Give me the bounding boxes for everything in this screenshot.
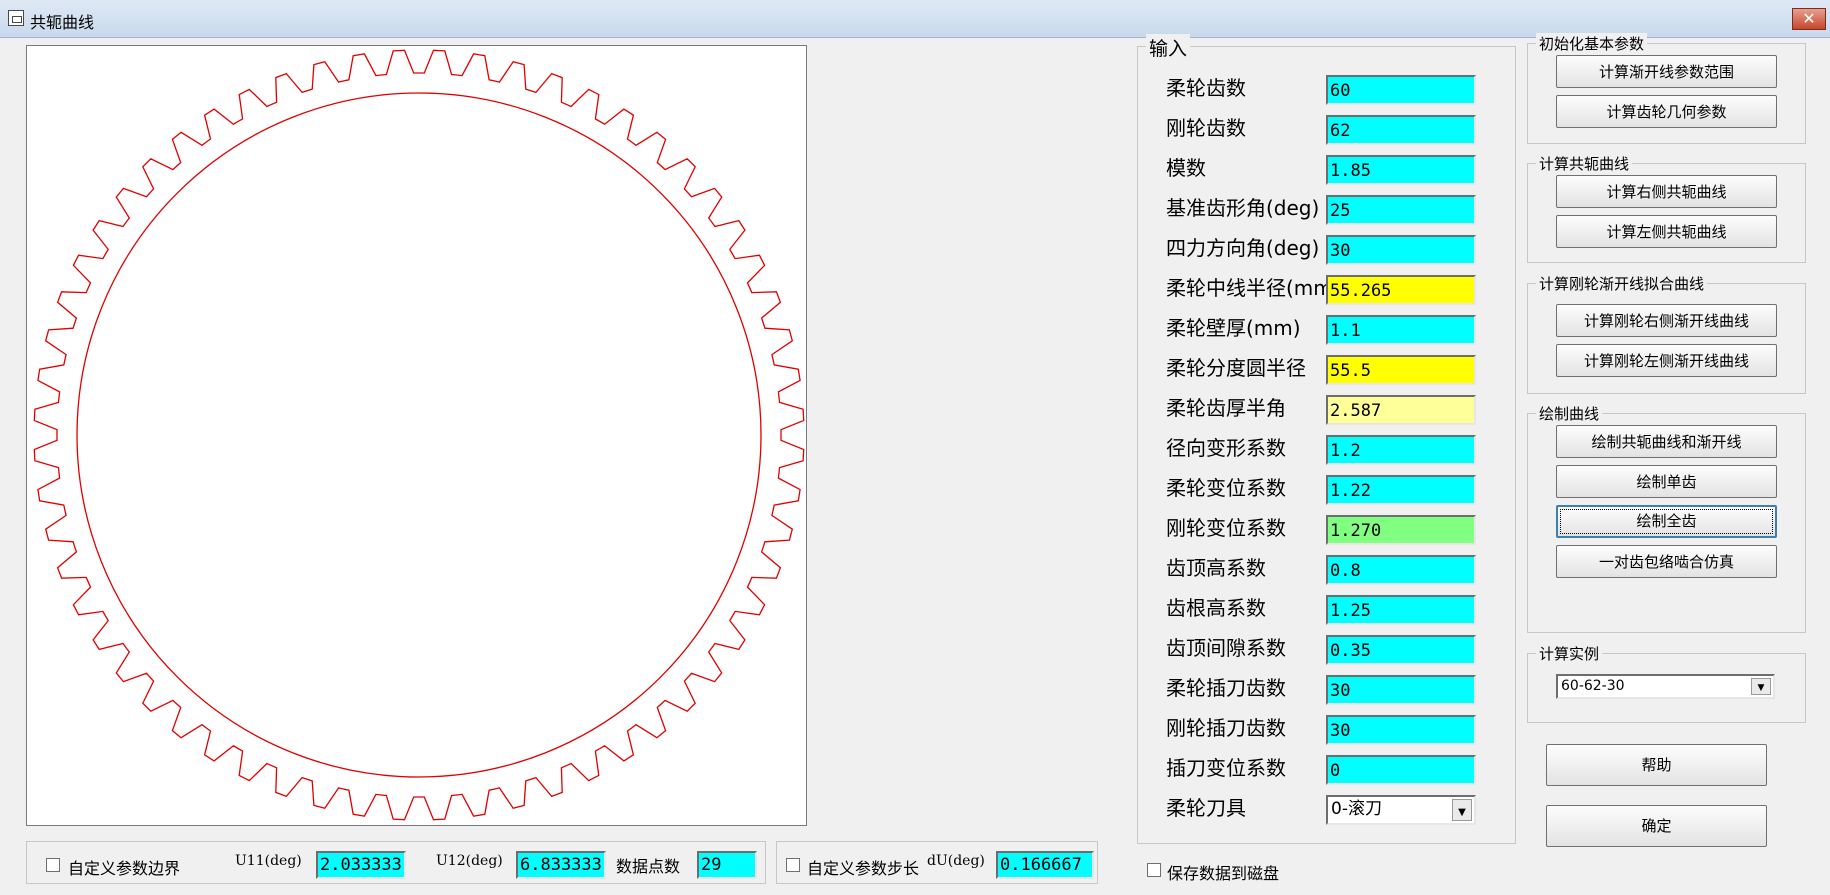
help-button[interactable]: 帮助 — [1546, 744, 1767, 786]
gear-tooth-profile — [33, 49, 805, 821]
param-label: 柔轮齿厚半角 — [1166, 396, 1286, 420]
param-label: 径向变形系数 — [1166, 436, 1286, 460]
calc-gear-geometry-button[interactable]: 计算齿轮几何参数 — [1556, 95, 1777, 128]
u12-label: U12(deg) — [436, 853, 503, 869]
param-label: 基准齿形角(deg) — [1166, 196, 1320, 220]
drawing-canvas — [26, 45, 807, 826]
calc-involute-range-button[interactable]: 计算渐开线参数范围 — [1556, 55, 1777, 88]
param-field[interactable]: 30 — [1326, 675, 1476, 705]
param-field[interactable]: 55.5 — [1326, 355, 1476, 385]
calc-left-conjugate-button[interactable]: 计算左侧共轭曲线 — [1556, 215, 1777, 248]
fit-group: 计算刚轮渐开线拟合曲线 — [1527, 273, 1806, 394]
app-icon — [8, 10, 24, 26]
param-label: 四力方向角(deg) — [1166, 236, 1320, 260]
param-field[interactable]: 0.35 — [1326, 635, 1476, 665]
custom-step-checkbox[interactable] — [786, 858, 800, 872]
u12-field[interactable]: 6.833333 — [516, 851, 606, 879]
custom-bounds-checkbox[interactable] — [46, 858, 60, 872]
param-label: 柔轮分度圆半径 — [1166, 356, 1306, 380]
save-to-disk-label: 保存数据到磁盘 — [1167, 864, 1280, 883]
param-label: 刚轮插刀齿数 — [1166, 716, 1286, 740]
calc-right-conjugate-button[interactable]: 计算右侧共轭曲线 — [1556, 175, 1777, 208]
param-field[interactable]: 1.2 — [1326, 435, 1476, 465]
custom-bounds-label: 自定义参数边界 — [68, 859, 181, 878]
param-field[interactable]: 1.1 — [1326, 315, 1476, 345]
draw-all-teeth-button[interactable]: 绘制全齿 — [1556, 505, 1777, 538]
draw-group-title: 绘制曲线 — [1536, 403, 1603, 424]
param-field[interactable]: 0.8 — [1326, 555, 1476, 585]
draw-single-tooth-button[interactable]: 绘制单齿 — [1556, 465, 1777, 498]
close-button[interactable]: ✕ — [1792, 8, 1826, 30]
param-label: 柔轮中线半径(mm) — [1166, 276, 1341, 300]
param-label: 柔轮齿数 — [1166, 76, 1246, 100]
param-field[interactable]: 1.85 — [1326, 155, 1476, 185]
input-group-title: 输入 — [1146, 34, 1191, 61]
param-field[interactable]: 0 — [1326, 755, 1476, 785]
example-select-value: 60-62-30 — [1561, 678, 1625, 694]
param-field[interactable]: 1.22 — [1326, 475, 1476, 505]
param-label: 齿根高系数 — [1166, 596, 1266, 620]
param-field[interactable]: 62 — [1326, 115, 1476, 145]
param-label: 模数 — [1166, 156, 1206, 180]
param-label: 插刀变位系数 — [1166, 756, 1286, 780]
ok-button[interactable]: 确定 — [1546, 805, 1767, 847]
param-field[interactable]: 2.587 — [1326, 395, 1476, 425]
param-field[interactable]: 25 — [1326, 195, 1476, 225]
gear-drawing — [33, 49, 805, 821]
data-points-field[interactable]: 29 — [697, 851, 757, 879]
param-field[interactable]: 1.25 — [1326, 595, 1476, 625]
save-to-disk-checkbox[interactable] — [1147, 863, 1161, 877]
draw-conjugate-involute-button[interactable]: 绘制共轭曲线和渐开线 — [1556, 425, 1777, 458]
param-field[interactable]: 60 — [1326, 75, 1476, 105]
param-label: 柔轮插刀齿数 — [1166, 676, 1286, 700]
meshing-simulation-button[interactable]: 一对齿包络啮合仿真 — [1556, 545, 1777, 578]
u11-label: U11(deg) — [235, 853, 302, 869]
example-select[interactable]: 60-62-30 ▼ — [1556, 674, 1775, 699]
param-label: 齿顶间隙系数 — [1166, 636, 1286, 660]
chevron-down-icon[interactable]: ▼ — [1751, 678, 1771, 695]
param-field[interactable]: 30 — [1326, 235, 1476, 265]
conjugate-group-title: 计算共轭曲线 — [1536, 153, 1633, 174]
param-field[interactable]: 1.270 — [1326, 515, 1476, 545]
init-group-title: 初始化基本参数 — [1536, 33, 1648, 54]
window-title: 共轭曲线 — [30, 13, 95, 32]
tool-select[interactable]: 0-滚刀 ▼ — [1326, 795, 1476, 825]
tool-label: 柔轮刀具 — [1166, 796, 1246, 820]
inner-circle — [76, 92, 762, 778]
param-field[interactable]: 55.265 — [1326, 275, 1476, 305]
param-label: 柔轮变位系数 — [1166, 476, 1286, 500]
param-label: 柔轮壁厚(mm) — [1166, 316, 1301, 340]
calc-rigid-right-involute-button[interactable]: 计算刚轮右侧渐开线曲线 — [1556, 304, 1777, 337]
du-label: dU(deg) — [927, 853, 985, 869]
du-field[interactable]: 0.166667 — [996, 851, 1094, 879]
param-field[interactable]: 30 — [1326, 715, 1476, 745]
chevron-down-icon[interactable]: ▼ — [1452, 799, 1472, 821]
calc-rigid-left-involute-button[interactable]: 计算刚轮左侧渐开线曲线 — [1556, 344, 1777, 377]
data-points-label: 数据点数 — [616, 857, 681, 876]
fit-group-title: 计算刚轮渐开线拟合曲线 — [1536, 273, 1708, 294]
param-label: 齿顶高系数 — [1166, 556, 1266, 580]
param-label: 刚轮齿数 — [1166, 116, 1246, 140]
u11-field[interactable]: 2.033333 — [316, 851, 406, 879]
example-group-title: 计算实例 — [1536, 643, 1603, 664]
custom-step-label: 自定义参数步长 — [807, 859, 920, 878]
tool-select-value: 0-滚刀 — [1331, 799, 1382, 819]
param-label: 刚轮变位系数 — [1166, 516, 1286, 540]
